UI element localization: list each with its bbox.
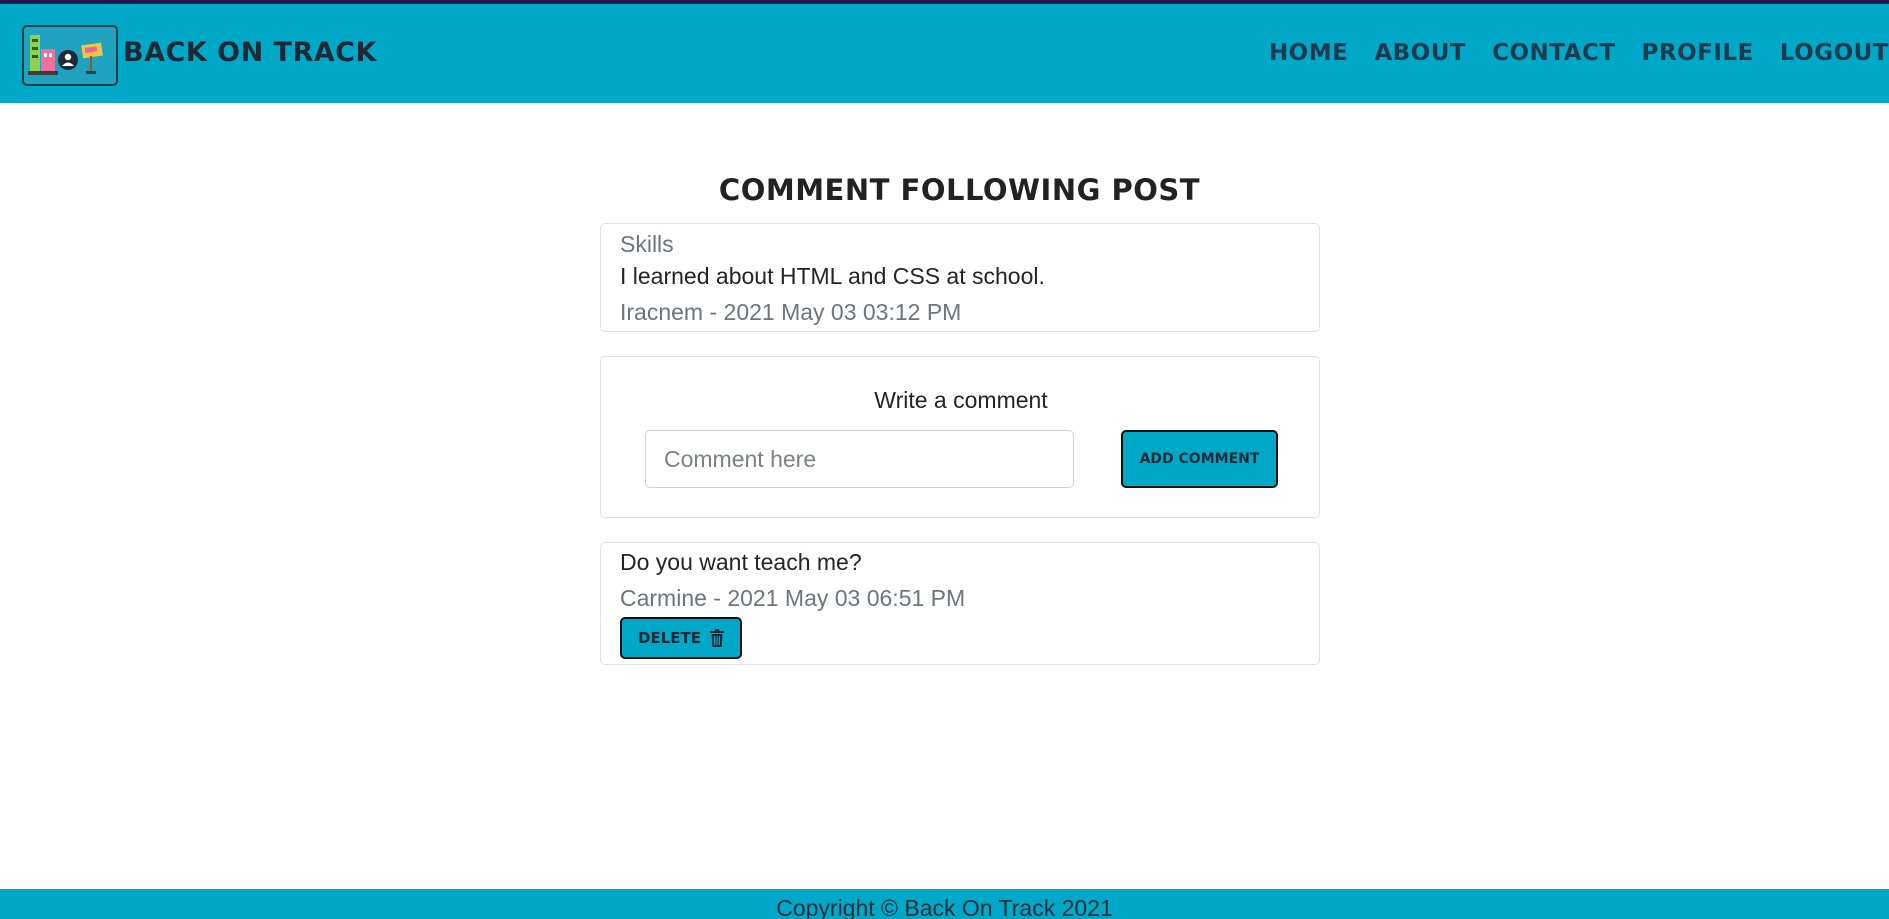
page-title: Comment following post	[718, 173, 1201, 207]
nav-profile[interactable]: Profile	[1642, 40, 1754, 66]
comment-meta: Carmine - 2021 May 03 06:51 PM	[620, 585, 966, 611]
post-card: Skills I learned about HTML and CSS at s…	[600, 223, 1320, 332]
post-text: I learned about HTML and CSS at school.	[620, 263, 1045, 289]
nav-contact[interactable]: Contact	[1492, 40, 1615, 66]
brand-logo[interactable]	[22, 25, 118, 86]
delete-button-label: Delete	[638, 629, 701, 647]
post-meta: Iracnem - 2021 May 03 03:12 PM	[620, 299, 962, 325]
nav-about[interactable]: About	[1374, 40, 1466, 66]
comment-form-label: Write a comment	[874, 387, 1048, 413]
delete-comment-button[interactable]: Delete	[620, 617, 742, 659]
post-category: Skills	[620, 231, 674, 257]
comment-item: Do you want teach me? Carmine - 2021 May…	[600, 542, 1320, 665]
nav-home[interactable]: Home	[1269, 40, 1348, 66]
nav-logout[interactable]: Logout	[1780, 40, 1889, 66]
comment-form: Write a comment Add comment	[600, 356, 1320, 518]
footer: Copyright © Back On Track 2021	[0, 889, 1889, 919]
logo-illustration	[24, 27, 116, 84]
nav-links: Home About Contact Profile Logout	[1269, 40, 1889, 66]
trash-icon	[709, 629, 724, 647]
comment-input[interactable]	[645, 430, 1074, 488]
comment-text: Do you want teach me?	[620, 549, 862, 575]
navbar: Back On Track Home About Contact Profile…	[0, 4, 1889, 103]
add-comment-button[interactable]: Add comment	[1121, 430, 1278, 488]
brand-name[interactable]: Back On Track	[123, 37, 377, 68]
footer-copyright: Copyright © Back On Track 2021	[776, 895, 1113, 919]
